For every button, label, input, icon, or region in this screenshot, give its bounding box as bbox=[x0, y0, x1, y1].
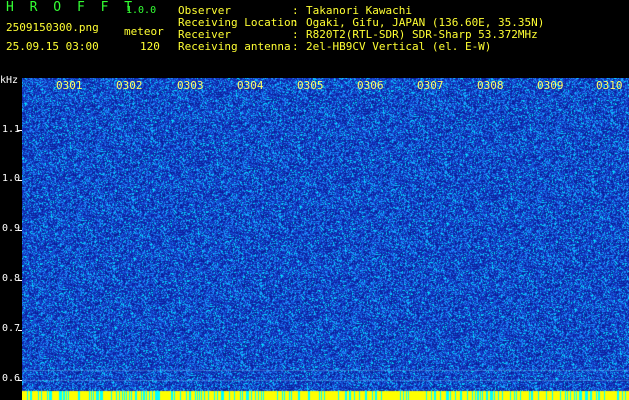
y-tick-label: 0.6 bbox=[2, 373, 21, 384]
timestamp: 25.09.15 03:00 bbox=[6, 40, 99, 53]
y-tick-label: 0.7 bbox=[2, 323, 21, 334]
x-tick-label: 0302 bbox=[116, 79, 143, 92]
info-label-antenna: Receiving antenna bbox=[178, 40, 291, 53]
spectrogram-canvas bbox=[22, 78, 629, 400]
info-separator: : bbox=[292, 40, 299, 53]
x-tick-label: 0307 bbox=[417, 79, 444, 92]
app-version: 1.0.0 bbox=[126, 5, 157, 16]
count-value: 120 bbox=[140, 40, 160, 53]
mode-label: meteor bbox=[124, 25, 164, 38]
x-tick-label: 0301 bbox=[56, 79, 83, 92]
x-tick-label: 0303 bbox=[177, 79, 204, 92]
y-tick-mark bbox=[18, 180, 22, 181]
info-value-antenna: 2el-HB9CV Vertical (el. E-W) bbox=[306, 40, 492, 53]
x-tick-label: 0305 bbox=[297, 79, 324, 92]
x-tick-label: 0304 bbox=[237, 79, 264, 92]
x-tick-label: 0310 bbox=[596, 79, 623, 92]
y-tick-label: 1.0 bbox=[2, 173, 21, 184]
y-tick-label: 0.8 bbox=[2, 273, 21, 284]
y-axis-unit: kHz bbox=[0, 75, 19, 86]
x-tick-label: 0308 bbox=[477, 79, 504, 92]
y-tick-mark bbox=[18, 230, 22, 231]
y-tick-label: 0.9 bbox=[2, 223, 21, 234]
x-tick-label: 0309 bbox=[537, 79, 564, 92]
y-tick-mark bbox=[18, 380, 22, 381]
x-tick-label: 0306 bbox=[357, 79, 384, 92]
app-title: H R O F F T bbox=[6, 0, 137, 15]
y-tick-mark bbox=[18, 280, 22, 281]
y-tick-mark bbox=[18, 330, 22, 331]
y-tick-mark bbox=[18, 130, 22, 131]
file-name: 2509150300.png bbox=[6, 21, 99, 34]
